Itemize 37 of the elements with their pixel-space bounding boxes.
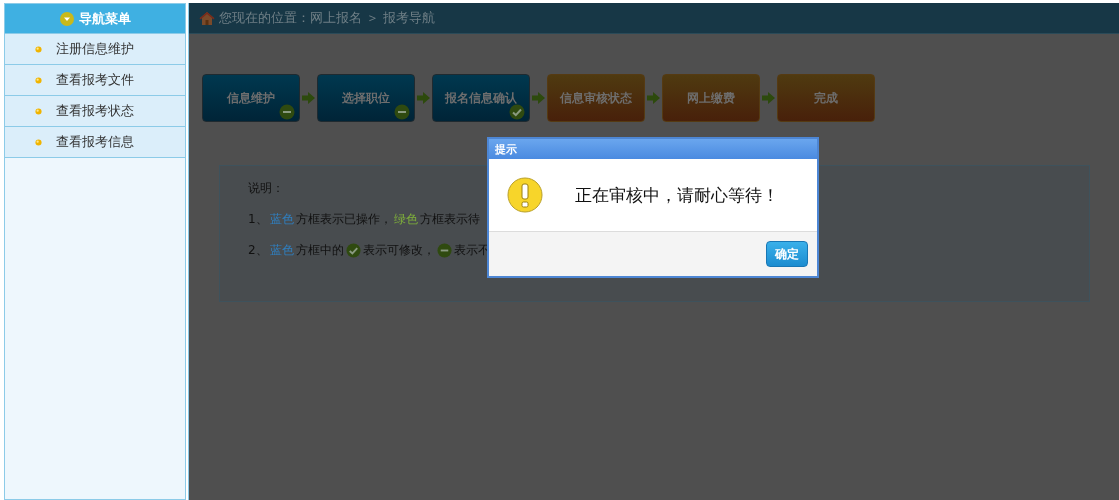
sidebar-item[interactable]: 查看报考文件 <box>5 65 185 96</box>
step-box[interactable]: 完成 <box>777 74 875 122</box>
arrow-icon <box>302 92 315 104</box>
arrow-icon <box>532 92 545 104</box>
sidebar-item[interactable]: 查看报考状态 <box>5 96 185 127</box>
step-box[interactable]: 报名信息确认 <box>432 74 530 122</box>
sidebar-item[interactable]: 注册信息维护 <box>5 34 185 65</box>
sidebar-title: 导航菜单 <box>78 9 131 28</box>
bullet-icon <box>35 76 42 84</box>
note-text: 方框中的 <box>295 242 344 259</box>
arrow-icon <box>647 92 660 104</box>
dialog-title: 提示 <box>489 139 817 159</box>
dialog-message: 正在审核中，请耐心等待！ <box>575 183 779 207</box>
note-text: 1、 <box>248 211 268 228</box>
minus-icon <box>436 243 452 258</box>
note-text: 绿色 <box>393 211 418 228</box>
step-box[interactable]: 网上缴费 <box>662 74 760 122</box>
sidebar-item[interactable]: 查看报考信息 <box>5 127 185 158</box>
bullet-icon <box>35 138 42 146</box>
caret-down-icon <box>59 11 74 26</box>
step-box[interactable]: 信息维护 <box>202 74 300 122</box>
arrow-icon <box>762 92 775 104</box>
bullet-icon <box>35 45 42 53</box>
note-text: 蓝色 <box>269 211 294 228</box>
note-text: 2、 <box>248 242 268 259</box>
breadcrumb: 您现在的位置：网上报名 ＞ 报考导航 <box>219 9 436 27</box>
note-text: 蓝色 <box>269 242 294 259</box>
step-box[interactable]: 信息审核状态 <box>547 74 645 122</box>
confirm-button[interactable]: 确定 <box>766 241 808 267</box>
note-text: 表示可修改， <box>362 242 435 259</box>
bullet-icon <box>35 107 42 115</box>
note-text: 方框表示待 <box>419 211 480 228</box>
check-icon <box>345 243 361 258</box>
warning-icon <box>507 177 543 213</box>
arrow-icon <box>417 92 430 104</box>
step-box[interactable]: 选择职位 <box>317 74 415 122</box>
home-icon <box>199 10 215 26</box>
